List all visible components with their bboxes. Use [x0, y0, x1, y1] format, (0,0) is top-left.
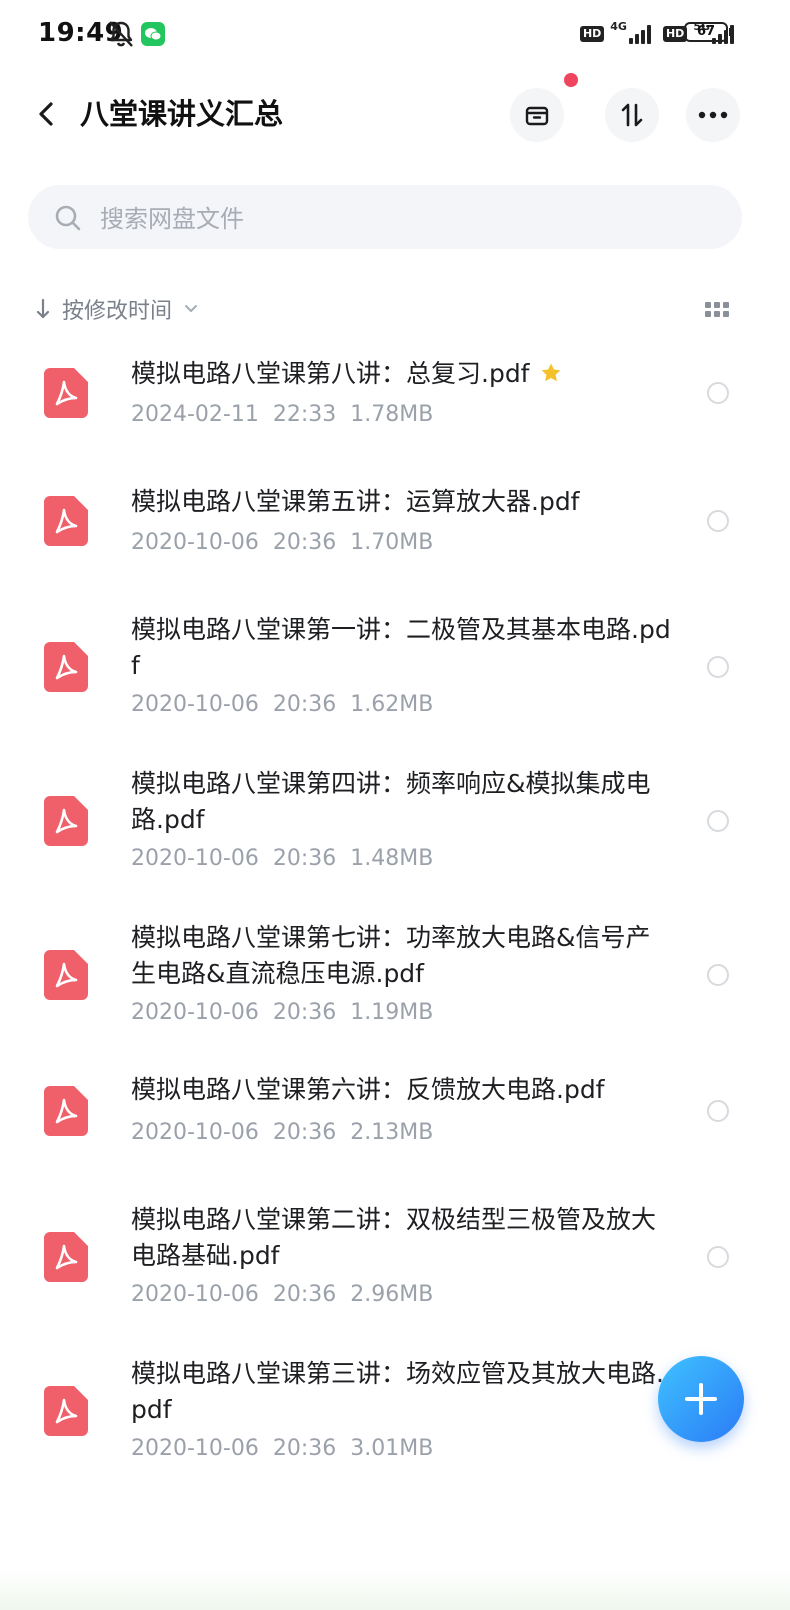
select-checkbox[interactable] — [707, 382, 729, 404]
chevron-down-icon — [185, 305, 198, 312]
signal-icon — [628, 24, 651, 44]
notification-dot — [564, 73, 578, 87]
select-checkbox[interactable] — [707, 1246, 729, 1268]
sort-label: 按修改时间 — [62, 299, 173, 324]
search-icon — [55, 205, 81, 231]
battery-level: 67 — [684, 22, 728, 42]
more-dots-icon — [698, 111, 728, 119]
sort-arrows-icon — [621, 103, 643, 127]
file-meta: 2020-10-06 20:36 1.48MB — [131, 846, 434, 871]
network-label-4g: 4G — [610, 20, 627, 33]
file-name: 模拟电路八堂课第三讲：场效应管及其放大电路.pdf — [131, 1359, 664, 1424]
file-name: 模拟电路八堂课第一讲：二极管及其基本电路.pdf — [131, 615, 671, 680]
transfer-button[interactable] — [605, 88, 659, 142]
wechat-notification-icon — [141, 22, 165, 46]
star-icon — [541, 363, 560, 382]
select-checkbox[interactable] — [707, 964, 729, 986]
sort-control[interactable]: 按修改时间 — [36, 292, 198, 326]
pdf-icon — [44, 1386, 88, 1436]
hd-badge: HD — [579, 26, 605, 42]
file-name: 模拟电路八堂课第八讲：总复习.pdf — [131, 356, 671, 392]
pdf-icon — [44, 368, 88, 418]
pdf-icon — [44, 796, 88, 846]
file-meta: 2020-10-06 20:36 1.19MB — [131, 1000, 434, 1025]
pdf-icon — [44, 496, 88, 546]
archive-icon — [525, 106, 549, 126]
back-icon[interactable] — [32, 96, 62, 132]
file-meta: 2024-02-11 22:33 1.78MB — [131, 402, 434, 427]
select-checkbox[interactable] — [707, 656, 729, 678]
file-meta: 2020-10-06 20:36 2.13MB — [131, 1120, 434, 1145]
more-button[interactable] — [686, 88, 740, 142]
file-name: 模拟电路八堂课第二讲：双极结型三极管及放大电路基础.pdf — [131, 1205, 657, 1270]
select-checkbox[interactable] — [707, 1100, 729, 1122]
file-meta: 2020-10-06 20:36 1.70MB — [131, 530, 434, 555]
select-checkbox[interactable] — [707, 510, 729, 532]
page-title: 八堂课讲义汇总 — [80, 97, 284, 131]
file-meta: 2020-10-06 20:36 1.62MB — [131, 692, 434, 717]
pdf-icon — [44, 950, 88, 1000]
search-input[interactable] — [98, 196, 702, 242]
file-name: 模拟电路八堂课第五讲：运算放大器.pdf — [131, 487, 580, 516]
bell-muted-icon — [109, 21, 133, 47]
arrow-down-icon — [36, 298, 50, 319]
pdf-icon — [44, 1232, 88, 1282]
file-name: 模拟电路八堂课第七讲：功率放大电路&信号产生电路&直流稳压电源.pdf — [131, 923, 651, 988]
archive-button[interactable] — [510, 88, 564, 142]
file-name: 模拟电路八堂课第四讲：频率响应&模拟集成电路.pdf — [131, 769, 651, 834]
status-bar: 19:49 HD 4G HD 5G 67 — [0, 0, 790, 70]
grid-view-icon[interactable] — [704, 300, 730, 320]
pdf-icon — [44, 642, 88, 692]
file-meta: 2020-10-06 20:36 2.96MB — [131, 1282, 434, 1307]
file-meta: 2020-10-06 20:36 3.01MB — [131, 1436, 434, 1461]
pdf-icon — [44, 1086, 88, 1136]
select-checkbox[interactable] — [707, 810, 729, 832]
bottom-fade — [0, 1570, 790, 1610]
plus-icon — [685, 1383, 717, 1415]
add-button[interactable] — [658, 1356, 744, 1442]
file-name: 模拟电路八堂课第六讲：反馈放大电路.pdf — [131, 1075, 605, 1104]
battery-icon — [729, 28, 732, 36]
